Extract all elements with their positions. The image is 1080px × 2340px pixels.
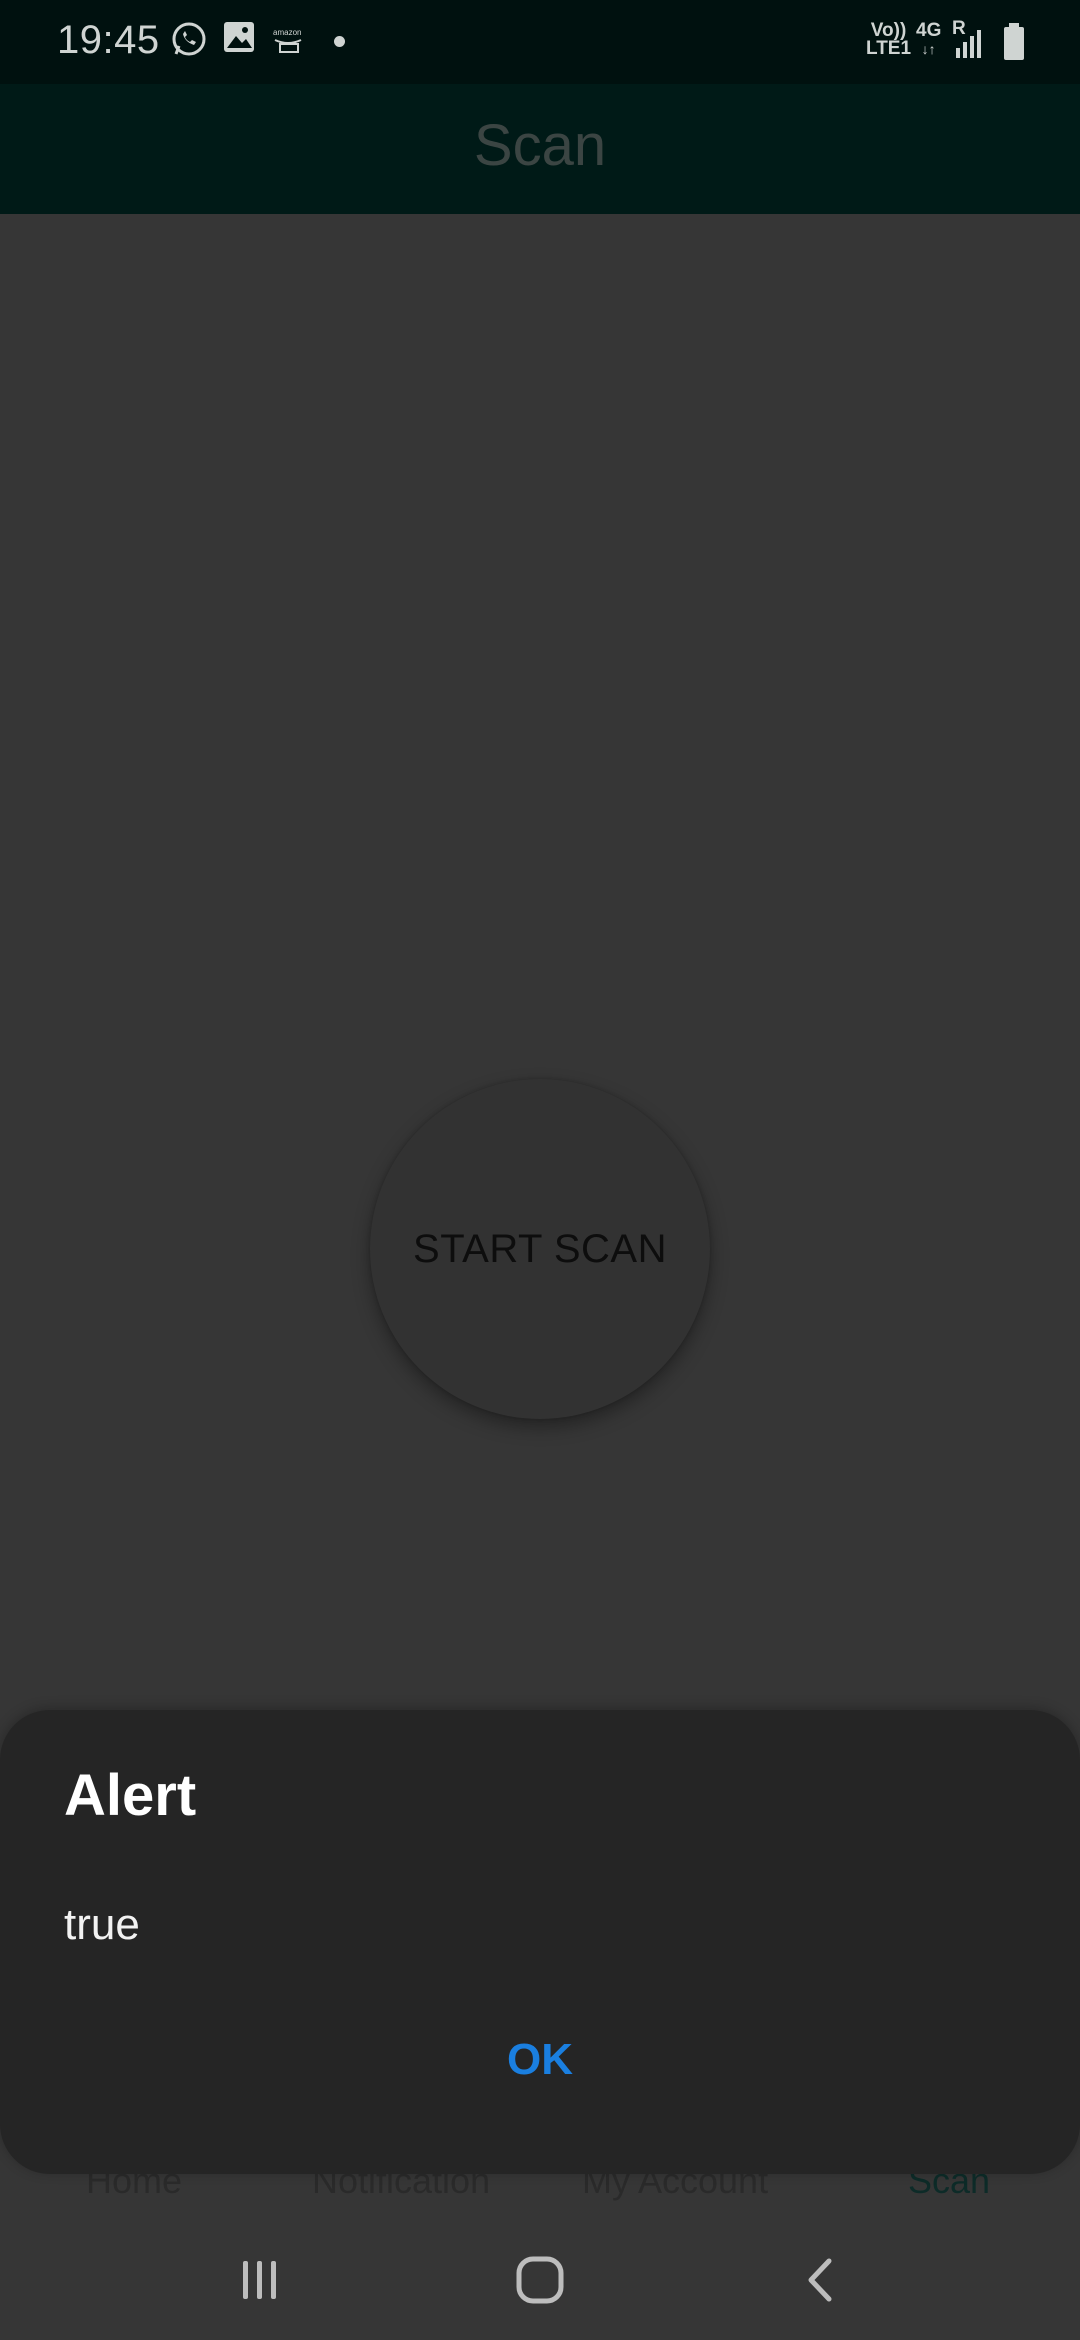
signal-icon [954,26,982,64]
dialog-title: Alert [64,1763,197,1828]
home-icon[interactable] [500,2250,580,2310]
dialog-message: true [64,1900,140,1949]
svg-text:amazon: amazon [273,28,301,37]
whatsapp-icon [170,20,208,62]
notification-dot-icon [334,36,345,47]
ok-button[interactable]: OK [440,2010,640,2110]
recent-apps-icon[interactable] [220,2250,300,2310]
back-icon[interactable] [782,2250,862,2310]
amazon-icon: amazon [272,26,306,64]
status-time: 19:45 [57,18,160,62]
alert-dialog: Alert true OK [0,1710,1080,2174]
gallery-icon [222,20,256,58]
status-bar: 19:45 amazon Vo)) LTE1 4G ↓↑ R [0,0,1080,84]
start-scan-label: START SCAN [413,1226,667,1271]
battery-icon [1002,22,1026,66]
start-scan-button[interactable]: START SCAN [370,1079,710,1419]
navigation-bar [0,2220,1080,2340]
volte-indicator: Vo)) LTE1 [866,20,912,59]
page-title: Scan [473,113,607,178]
data-type-indicator: 4G ↓↑ [916,20,942,57]
app-header: Scan [0,84,1080,214]
